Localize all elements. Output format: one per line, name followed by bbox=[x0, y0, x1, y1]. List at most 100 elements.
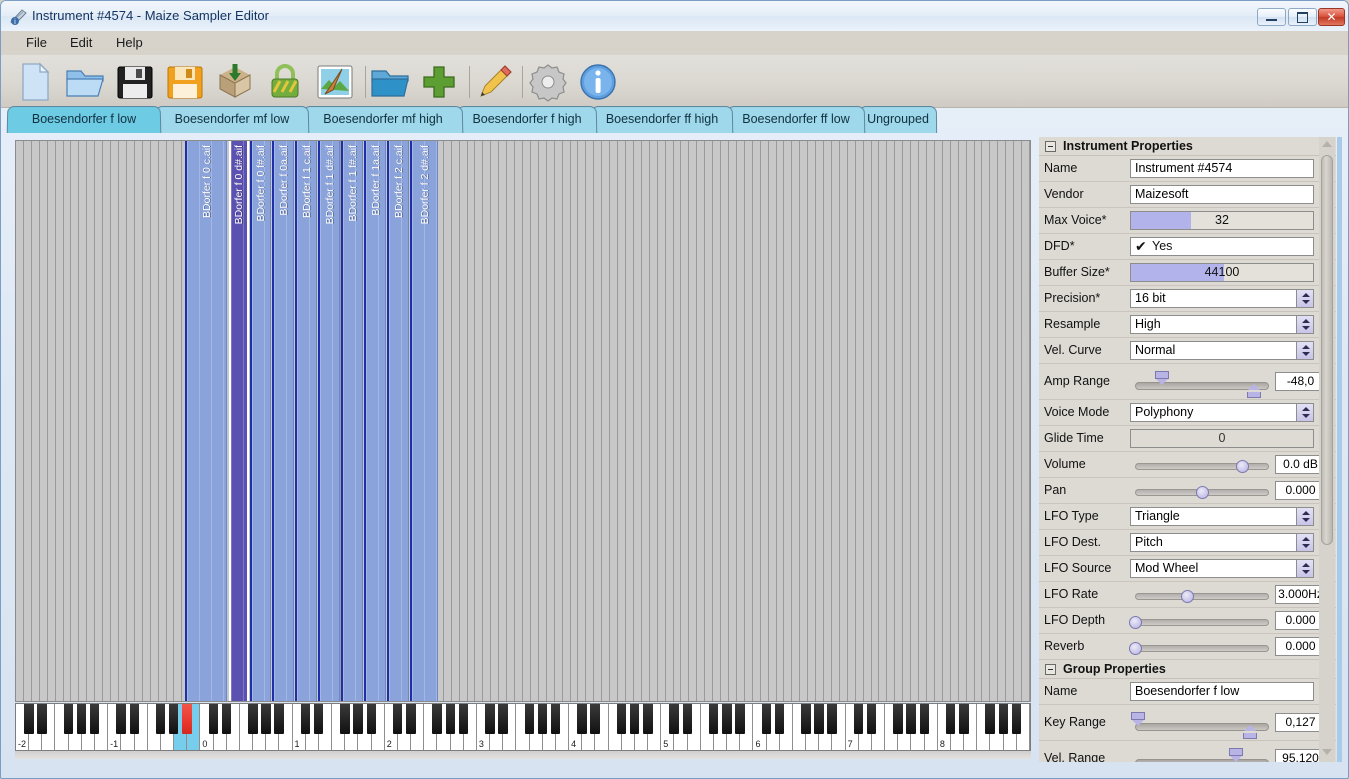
black-key[interactable] bbox=[630, 704, 639, 734]
black-key[interactable] bbox=[775, 704, 784, 734]
black-key[interactable] bbox=[577, 704, 586, 734]
spinner-arrows-icon[interactable] bbox=[1296, 290, 1313, 307]
piano-keyboard[interactable]: -2-1012345678 bbox=[15, 703, 1031, 751]
zone-region[interactable]: BDorfer f 1a.aif bbox=[364, 141, 386, 701]
black-key[interactable] bbox=[222, 704, 231, 734]
spinner-arrows-icon[interactable] bbox=[1296, 560, 1313, 577]
black-key[interactable] bbox=[432, 704, 441, 734]
range-high-handle[interactable] bbox=[1243, 725, 1258, 739]
zone-region[interactable]: BDorfer f 1 f#.aif bbox=[341, 141, 363, 701]
black-key[interactable] bbox=[946, 704, 955, 734]
slider-knob[interactable] bbox=[1236, 460, 1249, 473]
zone-region[interactable]: BDorfer f 2 c.aif bbox=[387, 141, 409, 701]
scroll-up-arrow-icon[interactable] bbox=[1320, 137, 1334, 151]
property-dropdown[interactable]: Pitch bbox=[1130, 533, 1314, 552]
range-high-handle[interactable] bbox=[1247, 384, 1262, 398]
spinner-arrows-icon[interactable] bbox=[1296, 342, 1313, 359]
black-key[interactable] bbox=[169, 704, 178, 734]
black-key[interactable] bbox=[367, 704, 376, 734]
property-checkbox[interactable]: ✔Yes bbox=[1130, 237, 1314, 256]
open-folder-icon[interactable] bbox=[62, 59, 108, 105]
black-key[interactable] bbox=[209, 704, 218, 734]
black-key-root[interactable] bbox=[182, 704, 191, 734]
black-key[interactable] bbox=[735, 704, 744, 734]
black-key[interactable] bbox=[446, 704, 455, 734]
add-folder-icon[interactable] bbox=[367, 59, 413, 105]
collapse-toggle-icon[interactable] bbox=[1045, 141, 1056, 152]
black-key[interactable] bbox=[590, 704, 599, 734]
black-key[interactable] bbox=[801, 704, 810, 734]
range-high-handle[interactable] bbox=[1243, 761, 1258, 762]
black-key[interactable] bbox=[906, 704, 915, 734]
black-key[interactable] bbox=[722, 704, 731, 734]
black-key[interactable] bbox=[762, 704, 771, 734]
scrollbar-thumb[interactable] bbox=[1321, 155, 1333, 545]
property-dropdown[interactable]: Polyphony bbox=[1130, 403, 1314, 422]
black-key[interactable] bbox=[999, 704, 1008, 734]
spinner-arrows-icon[interactable] bbox=[1296, 316, 1313, 333]
black-key[interactable] bbox=[683, 704, 692, 734]
black-key[interactable] bbox=[827, 704, 836, 734]
black-key[interactable] bbox=[498, 704, 507, 734]
zone-region[interactable]: BDorfer f 0 d#.aif bbox=[229, 141, 249, 701]
black-key[interactable] bbox=[24, 704, 33, 734]
black-key[interactable] bbox=[854, 704, 863, 734]
black-key[interactable] bbox=[274, 704, 283, 734]
zone-editor-canvas[interactable]: BDorfer f 0 c.aifBDorfer f 0 d#.aifBDorf… bbox=[15, 140, 1031, 702]
black-key[interactable] bbox=[314, 704, 323, 734]
black-key[interactable] bbox=[709, 704, 718, 734]
zone-region[interactable]: BDorfer f 1 c.aif bbox=[295, 141, 317, 701]
tab-1[interactable]: Boesendorfer mf low bbox=[155, 106, 310, 133]
tab-6[interactable]: Ungrouped bbox=[859, 106, 937, 133]
black-key[interactable] bbox=[551, 704, 560, 734]
tab-0[interactable]: Boesendorfer f low bbox=[7, 106, 162, 133]
property-bar-slider[interactable]: 32 bbox=[1130, 211, 1314, 230]
black-key[interactable] bbox=[37, 704, 46, 734]
export-box-icon[interactable] bbox=[212, 59, 258, 105]
black-key[interactable] bbox=[985, 704, 994, 734]
slider-track[interactable] bbox=[1135, 593, 1269, 600]
black-key[interactable] bbox=[893, 704, 902, 734]
property-text-input[interactable]: Instrument #4574 bbox=[1130, 159, 1314, 178]
property-dropdown[interactable]: Triangle bbox=[1130, 507, 1314, 526]
range-low-handle[interactable] bbox=[1229, 748, 1244, 762]
black-key[interactable] bbox=[920, 704, 929, 734]
range-low-handle[interactable] bbox=[1131, 712, 1146, 727]
black-key[interactable] bbox=[617, 704, 626, 734]
properties-scrollbar[interactable] bbox=[1319, 137, 1335, 762]
minimize-button[interactable] bbox=[1257, 8, 1286, 26]
save-as-icon[interactable] bbox=[162, 59, 208, 105]
black-key[interactable] bbox=[1012, 704, 1021, 734]
zone-region[interactable]: BDorfer f 0 f#.aif bbox=[250, 141, 271, 701]
black-key[interactable] bbox=[393, 704, 402, 734]
add-plus-icon[interactable] bbox=[416, 59, 462, 105]
black-key[interactable] bbox=[525, 704, 534, 734]
black-key[interactable] bbox=[485, 704, 494, 734]
black-key[interactable] bbox=[959, 704, 968, 734]
collapse-toggle-icon[interactable] bbox=[1045, 664, 1056, 675]
black-key[interactable] bbox=[867, 704, 876, 734]
property-dropdown[interactable]: 16 bit bbox=[1130, 289, 1314, 308]
tab-5[interactable]: Boesendorfer ff low bbox=[727, 106, 866, 133]
black-key[interactable] bbox=[814, 704, 823, 734]
black-key[interactable] bbox=[459, 704, 468, 734]
skin-image-icon[interactable] bbox=[312, 59, 358, 105]
tab-2[interactable]: Boesendorfer mf high bbox=[303, 106, 464, 133]
slider-track[interactable] bbox=[1135, 645, 1269, 652]
black-key[interactable] bbox=[406, 704, 415, 734]
zone-region[interactable]: BDorfer f 1 d#.aif bbox=[318, 141, 340, 701]
slider-knob[interactable] bbox=[1129, 642, 1142, 655]
gear-settings-icon[interactable] bbox=[525, 59, 571, 105]
black-key[interactable] bbox=[64, 704, 73, 734]
property-dropdown[interactable]: Normal bbox=[1130, 341, 1314, 360]
scroll-down-arrow-icon[interactable] bbox=[1320, 745, 1334, 759]
pencil-edit-icon[interactable] bbox=[472, 59, 518, 105]
property-dropdown[interactable]: Mod Wheel bbox=[1130, 559, 1314, 578]
tab-4[interactable]: Boesendorfer ff high bbox=[591, 106, 734, 133]
black-key[interactable] bbox=[116, 704, 125, 734]
menu-file[interactable]: File bbox=[17, 31, 56, 55]
save-icon[interactable] bbox=[112, 59, 158, 105]
tab-3[interactable]: Boesendorfer f high bbox=[457, 106, 598, 133]
slider-knob[interactable] bbox=[1129, 616, 1142, 629]
black-key[interactable] bbox=[130, 704, 139, 734]
